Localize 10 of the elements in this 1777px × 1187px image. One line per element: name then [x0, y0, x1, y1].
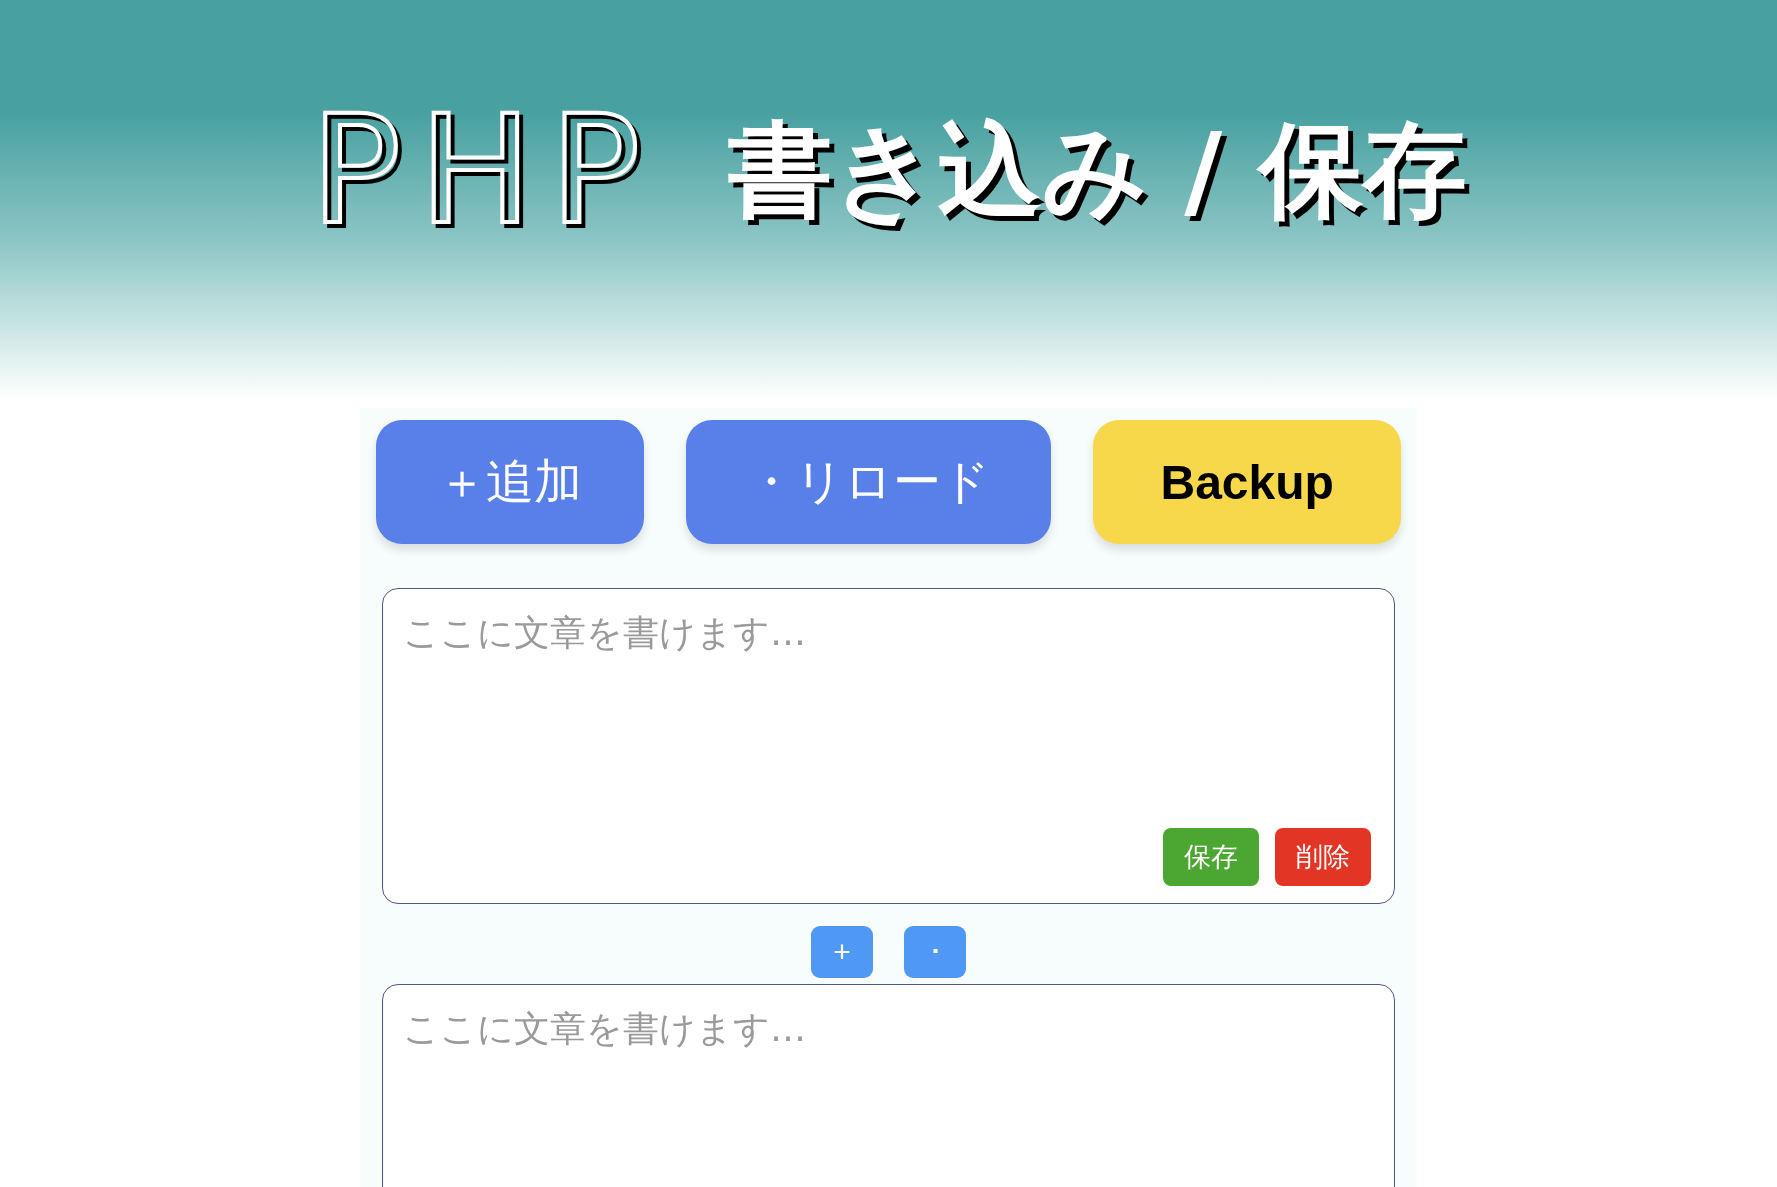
save-button[interactable]: 保存 [1163, 828, 1259, 886]
backup-button[interactable]: Backup [1093, 420, 1401, 544]
toolbar-button[interactable]: ・リロード [685, 420, 1052, 544]
note-field[interactable]: ここに文章を書けます… [382, 984, 1395, 1187]
logo-text: PHP [310, 95, 659, 245]
page-title: 書き込み / 保存 [728, 112, 1467, 228]
insert-button[interactable]: + [811, 926, 873, 978]
delete-button[interactable]: 削除 [1275, 828, 1371, 886]
toolbar-button[interactable]: ＋追加 [376, 420, 644, 544]
insert-button[interactable]: ･ [904, 926, 966, 978]
